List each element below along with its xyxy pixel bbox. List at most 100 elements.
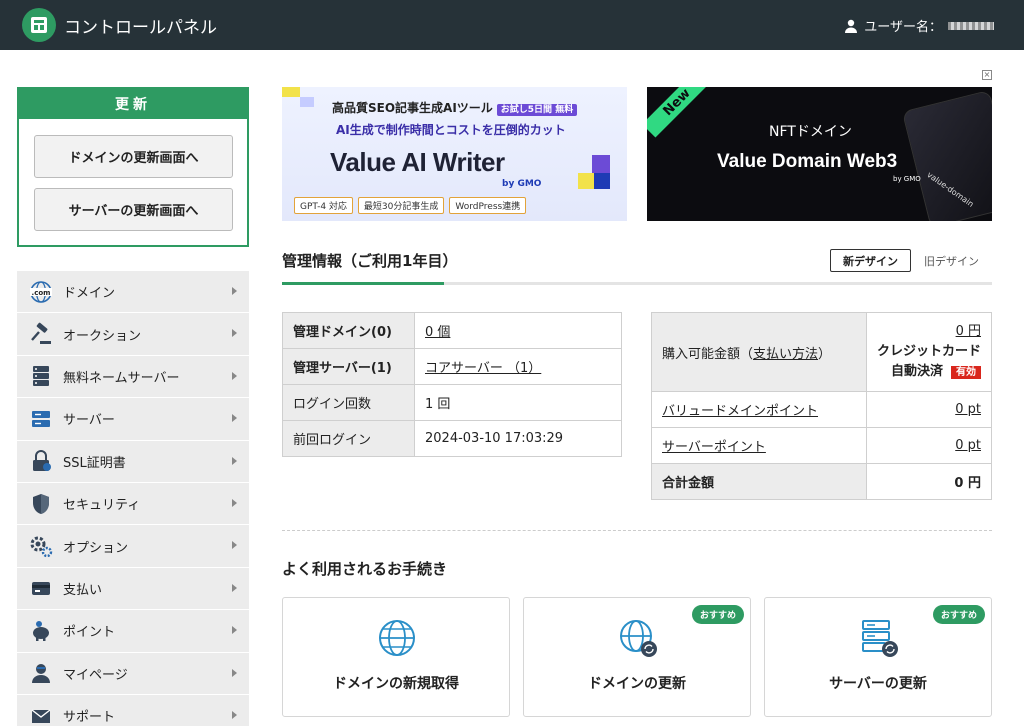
chevron-right-icon xyxy=(232,287,237,295)
server-renew-button[interactable]: サーバーの更新画面へ xyxy=(34,188,233,231)
chevron-right-icon xyxy=(232,371,237,380)
server-icon xyxy=(29,407,53,431)
sidebar-item-label: サーバー xyxy=(63,413,115,429)
sidebar-item-point[interactable]: ポイント xyxy=(17,610,249,653)
server-stack-icon xyxy=(29,364,53,388)
card-label: ドメインの更新 xyxy=(588,676,686,692)
control-panel-logo-icon[interactable] xyxy=(22,8,56,42)
banner-tagline: 高品質SEO記事生成AIツール お試し5日間 無料 xyxy=(332,99,578,116)
recommend-badge: おすすめ xyxy=(691,605,744,624)
table-label: 前回ログイン xyxy=(282,420,415,457)
mail-icon xyxy=(29,704,53,726)
table-row: 管理サーバー(1) コアサーバー （1） xyxy=(282,348,622,385)
decor-pixel xyxy=(300,97,314,107)
total-value: 0 円 xyxy=(866,463,992,500)
recommend-badge: おすすめ xyxy=(932,605,985,624)
divider xyxy=(282,530,992,531)
user-info[interactable]: ユーザー名： xyxy=(844,16,994,35)
shield-icon xyxy=(29,492,53,516)
domain-count-link[interactable]: 0 個 xyxy=(425,325,450,340)
table-row: ログイン回数 1 回 xyxy=(282,384,622,421)
table-label: 管理サーバー(1) xyxy=(282,348,415,385)
card-label: サーバーの更新 xyxy=(829,676,927,692)
nft-domain-banner[interactable]: value-domain New NFTドメイン Value Domain We… xyxy=(647,87,992,221)
gmo-byline: by GMO xyxy=(893,175,921,183)
gavel-icon xyxy=(29,322,53,346)
sidebar-item-server[interactable]: サーバー xyxy=(17,398,249,441)
renew-panel: 更新 ドメインの更新画面へ サーバーの更新画面へ xyxy=(17,87,249,247)
core-server-link[interactable]: コアサーバー （1） xyxy=(425,361,541,376)
close-icon[interactable]: × xyxy=(982,70,992,80)
table-row: 前回ログイン 2024-03-10 17:03:29 xyxy=(282,420,622,457)
server-point-value[interactable]: 0 pt xyxy=(955,438,981,453)
value-ai-writer-banner[interactable]: 高品質SEO記事生成AIツール お試し5日間 無料 AI生成で制作時間とコストを圧… xyxy=(282,87,627,221)
sidebar-item-label: 支払い xyxy=(63,582,103,598)
table-label: ログイン回数 xyxy=(282,384,415,421)
server-renew-card[interactable]: おすすめ サーバーの更新 xyxy=(764,597,992,717)
sidebar-item-label: 無料ネームサーバー xyxy=(63,370,180,386)
auto-payment-label: 自動決済 xyxy=(890,363,943,379)
sidebar-item-auction[interactable]: オークション xyxy=(17,313,249,356)
gears-icon xyxy=(29,534,53,558)
domain-renew-card[interactable]: おすすめ ドメインの更新 xyxy=(523,597,751,717)
sidebar-item-mypage[interactable]: マイページ xyxy=(17,652,249,695)
decor-pixel xyxy=(594,173,610,189)
balance-label: 購入可能金額（支払い方法） xyxy=(651,312,867,392)
chevron-right-icon xyxy=(232,583,237,592)
sidebar-item-label: オプション xyxy=(63,540,129,556)
piggy-bank-icon xyxy=(29,619,53,643)
sidebar-item-ssl[interactable]: SSL証明書 xyxy=(17,440,249,483)
decor-pixel xyxy=(578,173,594,189)
feature-chip: GPT-4 対応 xyxy=(294,197,353,214)
sidebar-item-free-nameserver[interactable]: 無料ネームサーバー xyxy=(17,355,249,399)
user-name-masked xyxy=(948,21,994,30)
login-count-value: 1 回 xyxy=(414,384,622,421)
procedures-title: よく利用されるお手続き xyxy=(282,560,448,578)
value-domain-point-link[interactable]: バリュードメインポイント xyxy=(662,404,818,419)
table-row: バリュードメインポイント 0 pt xyxy=(651,391,992,428)
server-point-link[interactable]: サーバーポイント xyxy=(662,440,766,455)
globe-com-icon: .com xyxy=(29,280,53,304)
status-badge: 有効 xyxy=(951,365,981,379)
sidebar-item-security[interactable]: セキュリティ xyxy=(17,482,249,526)
table-label: 管理ドメイン(0) xyxy=(282,312,415,349)
table-row: 購入可能金額（支払い方法） 0 円 クレジットカード 自動決済 有効 xyxy=(651,312,992,392)
value-domain-point-value[interactable]: 0 pt xyxy=(955,402,981,417)
nft-domain-title: NFTドメイン xyxy=(769,124,852,140)
management-table: 管理ドメイン(0) 0 個 管理サーバー(1) コアサーバー （1） ログイン回… xyxy=(282,312,622,457)
chevron-right-icon xyxy=(232,329,237,338)
feature-chips: GPT-4 対応 最短30分記事生成 WordPress連携 xyxy=(294,197,527,214)
value-domain-web3-logo: Value Domain Web3 xyxy=(717,151,898,172)
globe-renew-icon xyxy=(620,620,657,657)
table-row: サーバーポイント 0 pt xyxy=(651,427,992,464)
chevron-right-icon xyxy=(232,710,237,719)
user-label: ユーザー名： xyxy=(864,20,942,35)
top-header: コントロールパネル ユーザー名： xyxy=(0,0,1024,50)
sidebar-item-label: オークション xyxy=(63,328,142,344)
balance-amount-link[interactable]: 0 円 xyxy=(956,324,981,339)
wallet-icon xyxy=(29,576,53,600)
new-design-button[interactable]: 新デザイン xyxy=(830,249,911,272)
new-domain-card[interactable]: ドメインの新規取得 xyxy=(282,597,510,717)
user-icon xyxy=(845,19,858,33)
renew-heading: 更新 xyxy=(19,89,247,119)
sidebar-item-domain[interactable]: .com ドメイン xyxy=(17,271,249,314)
table-row: 管理ドメイン(0) 0 個 xyxy=(282,312,622,349)
sidebar-item-label: サポート xyxy=(63,710,116,726)
feature-chip: 最短30分記事生成 xyxy=(357,197,445,214)
value-ai-writer-logo: Value AI Writer xyxy=(330,147,505,177)
feature-chip: WordPress連携 xyxy=(449,197,527,214)
user-icon xyxy=(29,661,53,685)
card-label: ドメインの新規取得 xyxy=(333,676,459,692)
sidebar-item-support[interactable]: サポート xyxy=(17,694,249,726)
decor-pixel xyxy=(282,87,300,97)
payment-method-link[interactable]: 支払い方法 xyxy=(753,347,818,362)
old-design-link[interactable]: 旧デザイン xyxy=(924,253,979,269)
app-title[interactable]: コントロールパネル xyxy=(64,13,217,38)
last-login-value: 2024-03-10 17:03:29 xyxy=(414,420,622,457)
management-info-title: 管理情報（ご利用1年目） xyxy=(282,252,458,270)
sidebar-item-option[interactable]: オプション xyxy=(17,525,249,568)
chevron-right-icon xyxy=(232,498,237,507)
sidebar-item-payment[interactable]: 支払い xyxy=(17,567,249,611)
domain-renew-button[interactable]: ドメインの更新画面へ xyxy=(34,135,233,178)
